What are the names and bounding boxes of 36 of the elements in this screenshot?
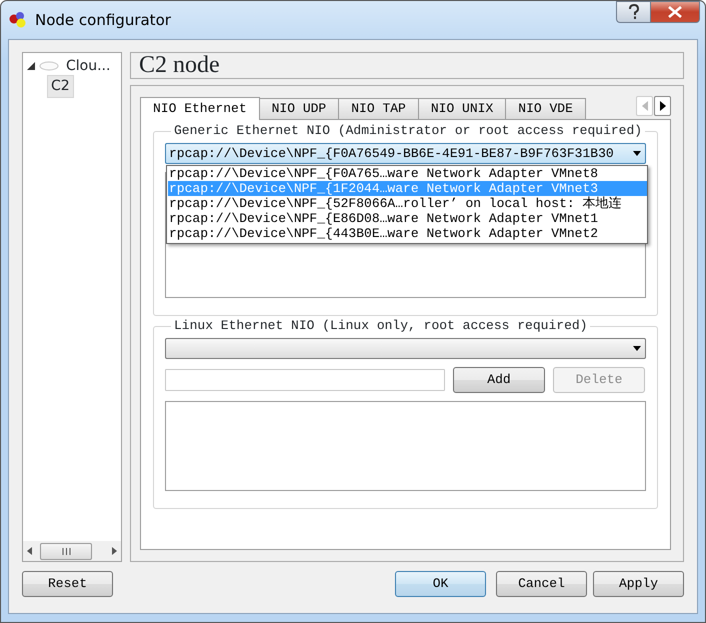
- tab[interactable]: NIO UDP: [258, 98, 340, 119]
- window-title: Node configurator: [35, 10, 171, 31]
- action-button[interactable]: Add: [453, 367, 545, 393]
- group-title: Generic Ethernet NIO (Administrator or root access required): [173, 123, 644, 139]
- dropdown-arrow-icon: [633, 346, 641, 351]
- tab[interactable]: NIO VDE: [505, 98, 586, 119]
- group-title: Linux Ethernet NIO (Linux only, root access required): [173, 318, 588, 334]
- dialog-button[interactable]: Reset: [22, 571, 113, 597]
- scroll-left-icon[interactable]: [27, 547, 32, 555]
- help-icon: [628, 4, 640, 20]
- dropdown-option[interactable]: rpcap://\Device\NPF_{F0A765…ware Network Adapter VMnet8: [168, 166, 647, 181]
- collapse-icon[interactable]: [27, 62, 35, 70]
- interface-input[interactable]: [165, 369, 445, 391]
- dropdown-value: rpcap://\Device\NPF_{F0A76549-BB6E-4E91-BE87-B9F763F31B30: [169, 144, 614, 163]
- dialog-button[interactable]: Apply: [593, 571, 684, 597]
- dropdown-option[interactable]: rpcap://\Device\NPF_{E86D08…ware Network Adapter VMnet1: [168, 211, 647, 226]
- tree-item[interactable]: Clou...: [63, 56, 114, 76]
- tree-item[interactable]: C2: [47, 74, 74, 98]
- dropdown-option[interactable]: rpcap://\Device\NPF_{443B0E…ware Network Adapter VMnet2: [168, 226, 647, 241]
- scroll-right-icon[interactable]: [112, 547, 117, 555]
- dialog-button[interactable]: Cancel: [496, 571, 587, 597]
- dropdown-arrow-icon: [633, 151, 641, 156]
- right-arrow-icon: [660, 101, 666, 111]
- dropdown-option[interactable]: rpcap://\Device\NPF_{52F8066A…roller’ on local host: 本地连: [168, 196, 647, 211]
- tab[interactable]: NIO UNIX: [418, 98, 506, 119]
- help-button[interactable]: [616, 1, 650, 23]
- page-title: C2 node: [130, 52, 684, 79]
- left-arrow-icon: [642, 101, 648, 111]
- dialog-button[interactable]: OK: [395, 571, 486, 597]
- scroll-right-button[interactable]: [654, 96, 671, 116]
- close-button[interactable]: [650, 1, 700, 23]
- tab[interactable]: NIO Ethernet: [140, 97, 260, 120]
- close-icon: [667, 6, 683, 18]
- tab[interactable]: NIO TAP: [338, 98, 419, 119]
- scroll-thumb[interactable]: [40, 542, 92, 560]
- cloud-icon: [39, 61, 59, 71]
